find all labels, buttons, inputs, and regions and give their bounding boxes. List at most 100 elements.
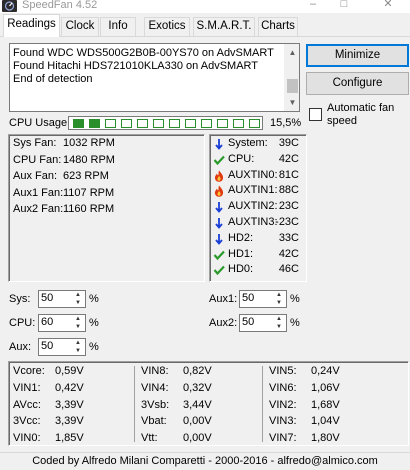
temperature-label: AUXTIN1: (228, 184, 278, 197)
speed-unit: % (290, 317, 300, 329)
speed-label: Aux1: (209, 293, 238, 305)
cpu-usage-segment (73, 119, 84, 128)
scrollbar-thumb[interactable] (287, 79, 298, 93)
cpu-usage-segment (233, 119, 244, 128)
scroll-up-arrow-icon[interactable]: ▲ (285, 46, 300, 60)
voltage-value: 3,44V (183, 398, 212, 411)
scroll-down-arrow-icon[interactable]: ▼ (285, 96, 300, 110)
arrow-down-icon (213, 217, 225, 229)
fan-value: 1160 RPM (63, 203, 115, 215)
speed-value: 50 (41, 292, 54, 304)
close-window-button[interactable]: ✕ (373, 0, 403, 12)
arrow-down-icon (213, 201, 225, 214)
fan-value: 623 RPM (63, 170, 109, 182)
speed-label: Aux: (9, 341, 32, 353)
temperature-label: AUXTIN0: (228, 168, 278, 181)
voltage-label: 3Vsb: (141, 398, 170, 411)
maximize-window-button[interactable]: □ (329, 0, 359, 12)
checkmark-icon (213, 154, 225, 166)
log-line: Found Hitachi HDS721010KLA330 on AdvSMAR… (13, 60, 258, 72)
speed-value: 60 (41, 316, 54, 328)
voltage-value: 1,04V (311, 415, 340, 428)
spin-buttons: ▲ ▼ (71, 291, 85, 307)
speed-unit: % (290, 293, 300, 305)
spin-down-arrow-icon[interactable]: ▼ (71, 299, 85, 307)
speed-spinbox[interactable]: 50 ▲ ▼ (38, 290, 86, 308)
speed-value: 50 (242, 292, 255, 304)
voltage-label: VIN6: (269, 381, 297, 394)
voltage-label: VIN3: (269, 415, 297, 428)
window-title: SpeedFan 4.52 (22, 0, 98, 11)
configure-button[interactable]: Configure (306, 72, 409, 95)
spin-down-arrow-icon[interactable]: ▼ (272, 299, 286, 307)
speedfan-app-icon (2, 0, 17, 12)
spin-up-arrow-icon[interactable]: ▲ (71, 339, 85, 347)
spin-down-arrow-icon[interactable]: ▼ (71, 323, 85, 331)
tab-charts[interactable]: Charts (258, 17, 298, 36)
speed-spinbox[interactable]: 50 ▲ ▼ (239, 314, 287, 332)
voltage-value: 0,24V (311, 365, 340, 377)
temperature-label: System: (228, 137, 268, 149)
detection-log[interactable]: Found WDC WDS500G2B0B-00YS70 on AdvSMART… (9, 43, 300, 112)
fan-label: Aux2 Fan: (13, 203, 64, 215)
tab-readings[interactable]: Readings (3, 14, 60, 37)
speed-unit: % (89, 293, 99, 305)
speed-unit: % (89, 317, 99, 329)
voltage-value: 0,82V (183, 365, 212, 377)
temperature-label: HD1: (228, 247, 254, 260)
temperature-label: AUXTIN3: (228, 216, 278, 228)
checkmark-icon (213, 249, 225, 261)
voltage-value: 1,06V (311, 381, 340, 394)
spin-buttons: ▲ ▼ (71, 339, 85, 355)
fan-value: 1480 RPM (63, 153, 115, 166)
spin-up-arrow-icon[interactable]: ▲ (272, 291, 286, 299)
cpu-usage-segment (105, 119, 116, 128)
temperature-value: 42C (278, 152, 299, 165)
log-line: End of detection (13, 73, 93, 85)
tab-clock[interactable]: Clock (61, 17, 99, 36)
arrow-down-icon (213, 233, 225, 245)
log-scrollbar[interactable]: ▲ ▼ (284, 44, 299, 111)
minimize-window-button[interactable]: – (298, 0, 328, 12)
cpu-usage-segment (201, 119, 212, 128)
spin-up-arrow-icon[interactable]: ▲ (272, 315, 286, 323)
minimize-button[interactable]: Minimize (306, 44, 409, 67)
voltage-label: Vcore: (13, 365, 45, 377)
speed-label: Sys: (9, 293, 31, 305)
tab-exotics[interactable]: Exotics (144, 17, 190, 36)
voltage-label: VIN1: (13, 381, 41, 394)
temperature-value: 39C (278, 137, 299, 149)
speed-unit: % (89, 341, 99, 353)
speed-spinbox[interactable]: 60 ▲ ▼ (38, 314, 86, 332)
spin-down-arrow-icon[interactable]: ▼ (71, 347, 85, 355)
flame-icon (213, 170, 225, 182)
speed-value: 50 (41, 340, 54, 352)
spin-up-arrow-icon[interactable]: ▲ (71, 315, 85, 323)
temperature-label: AUXTIN2: (228, 200, 278, 213)
speed-spinbox[interactable]: 50 ▲ ▼ (239, 290, 287, 308)
spin-up-arrow-icon[interactable]: ▲ (71, 291, 85, 299)
temperature-value: 23C (278, 200, 299, 213)
voltage-label: 3Vcc: (13, 415, 41, 428)
fan-label: Aux Fan: (13, 170, 58, 182)
arrow-down-icon (213, 138, 225, 150)
voltage-value: 1,85V (55, 432, 84, 445)
voltage-label: VIN0: (13, 432, 41, 445)
temperature-label: CPU: (228, 152, 255, 165)
speed-value: 50 (242, 316, 255, 328)
voltage-label: VIN7: (269, 432, 297, 445)
cpu-usage-percent: 15,5% (270, 117, 302, 129)
cpu-usage-label: CPU Usage (9, 117, 68, 129)
voltage-label: Vtt: (141, 432, 158, 445)
speed-spinbox[interactable]: 50 ▲ ▼ (38, 338, 86, 356)
cpu-usage-segment (249, 119, 260, 128)
auto-fan-speed-checkbox[interactable] (309, 108, 322, 121)
auto-fan-speed-label: Automatic fan speed (327, 102, 395, 127)
speed-label: CPU: (9, 317, 36, 329)
tab-info[interactable]: Info (100, 17, 136, 36)
tab-smart[interactable]: S.M.A.R.T. (193, 17, 255, 36)
spin-down-arrow-icon[interactable]: ▼ (272, 323, 286, 331)
voltage-value: 0,42V (55, 381, 84, 394)
temperature-value: -23C (275, 216, 299, 228)
voltage-label: AVcc: (13, 398, 41, 411)
